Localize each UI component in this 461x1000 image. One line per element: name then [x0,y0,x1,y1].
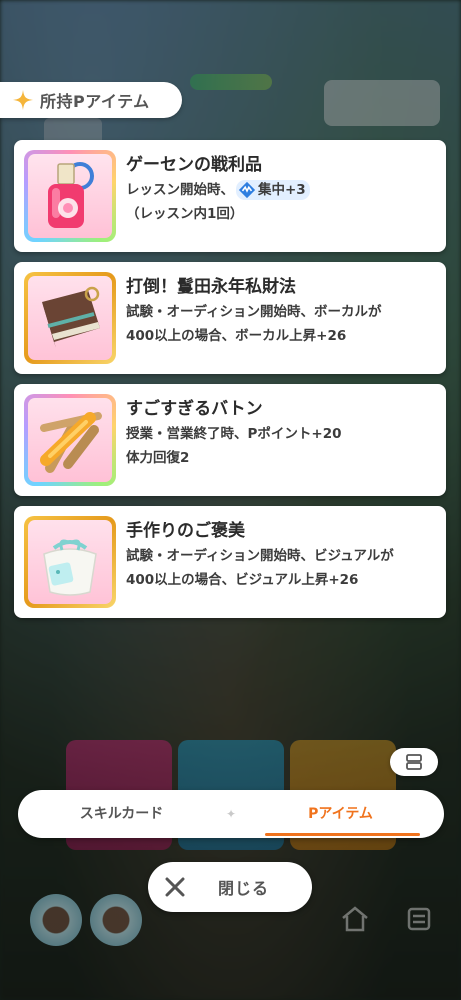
desc-text: 400以上の場合、ビジュアル上昇+26 [126,572,359,588]
tab-skill-cards[interactable]: スキルカード [18,790,225,838]
item-thumbnail-frame [24,150,116,242]
layout-toggle-button[interactable] [390,748,438,776]
desc-text: （レッスン内1回） [126,206,244,222]
gift-pouch-icon [43,539,97,596]
nail-polish-icon [48,162,94,228]
tab-bar: スキルカード ✦ Pアイテム [18,790,444,838]
item-description: 試験・オーディション開始時、ボーカルが 400以上の場合、ボーカル上昇+26 [126,300,438,348]
item-name: ゲーセンの戦利品 [126,155,262,175]
p-item-card[interactable]: すごすぎるバトン 授業・営業終了時、Pポイント+20 体力回復2 [14,384,446,496]
p-item-card[interactable]: 打倒！鬘田永年私財法 試験・オーディション開始時、ボーカルが 400以上の場合、… [14,262,446,374]
close-icon [165,877,185,897]
p-item-card[interactable]: ゲーセンの戦利品 レッスン開始時、 集中+3 （レッスン内1回） [14,140,446,252]
p-item-card[interactable]: 手作りのご褒美 試験・オーディション開始時、ビジュアルが 400以上の場合、ビジ… [14,506,446,618]
tab-p-items[interactable]: Pアイテム [237,790,444,838]
focus-buff-label: 集中+3 [258,182,306,198]
drink-slot-icon [90,894,142,946]
book-icon [42,286,100,348]
focus-icon [238,181,256,199]
home-icon [342,906,368,932]
item-thumbnail-frame [24,394,116,486]
desc-text: 試験・オーディション開始時、ビジュアルが [126,548,394,564]
sparkle-icon [12,89,34,111]
desc-text: 試験・オーディション開始時、ボーカルが [126,304,382,320]
desc-text: 体力回復2 [126,450,190,466]
baton-icon [40,412,102,473]
item-description: レッスン開始時、 集中+3 （レッスン内1回） [126,178,438,226]
item-name: すごすぎるバトン [126,399,263,419]
list-layout-icon [406,754,422,770]
item-name: 打倒！鬘田永年私財法 [126,277,296,297]
drink-slot-icon [30,894,82,946]
item-name: 手作りのご褒美 [126,521,245,541]
desc-text: 400以上の場合、ボーカル上昇+26 [126,328,347,344]
close-button[interactable]: 閉じる [148,862,312,912]
menu-icon [407,907,431,931]
item-description: 授業・営業終了時、Pポイント+20 体力回復2 [126,422,438,470]
header-title: 所持Pアイテム [40,92,150,111]
item-description: 試験・オーディション開始時、ビジュアルが 400以上の場合、ビジュアル上昇+26 [126,544,438,592]
desc-text: レッスン開始時、 [126,182,234,198]
focus-buff-chip: 集中+3 [236,180,310,200]
tab-separator-icon: ✦ [225,807,237,821]
owned-p-items-header: 所持Pアイテム [0,82,182,118]
close-button-label: 閉じる [218,879,270,898]
desc-text: 授業・営業終了時、Pポイント+20 [126,426,342,442]
item-thumbnail-frame [24,516,116,608]
item-thumbnail-frame [24,272,116,364]
